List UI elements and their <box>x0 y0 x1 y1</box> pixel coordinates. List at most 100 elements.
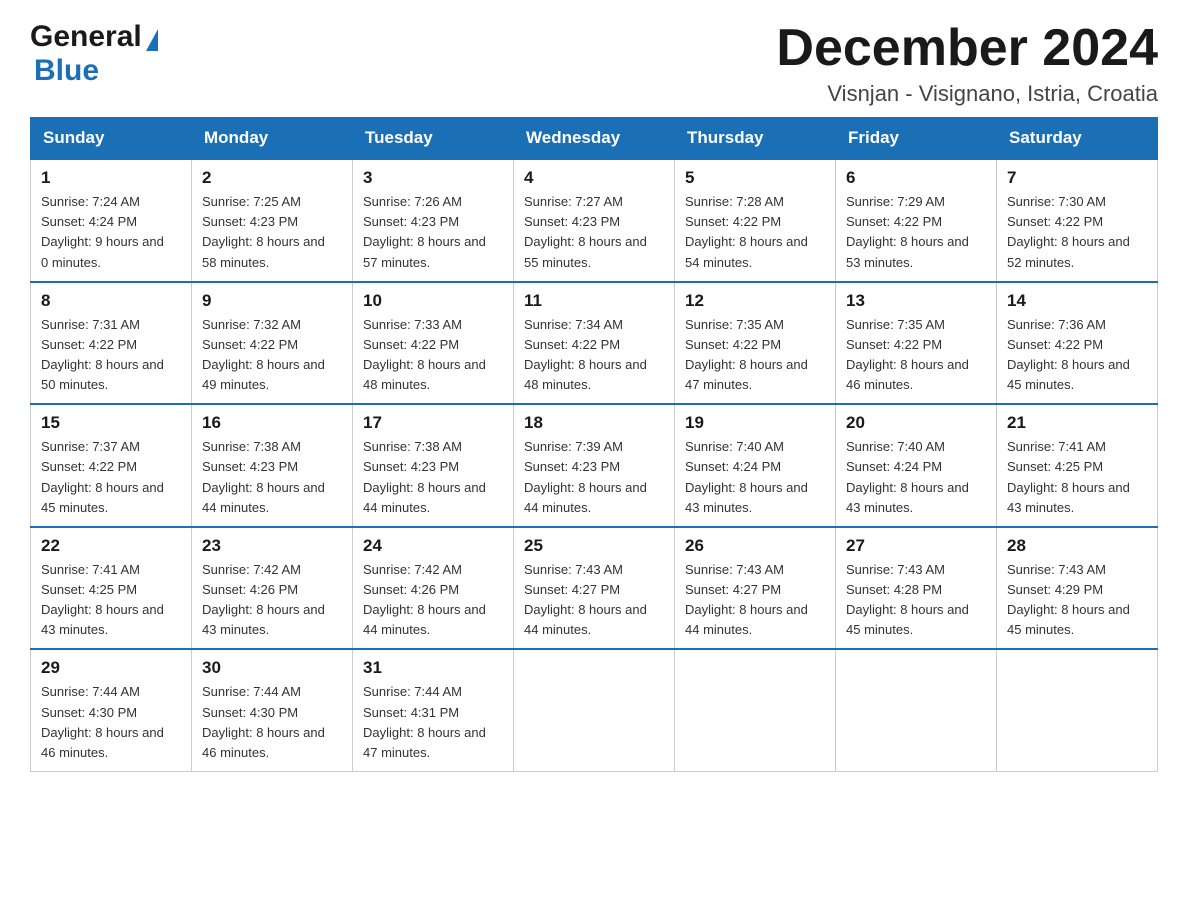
day-info: Sunrise: 7:42 AM Sunset: 4:26 PM Dayligh… <box>202 560 342 641</box>
calendar-cell: 31 Sunrise: 7:44 AM Sunset: 4:31 PM Dayl… <box>353 649 514 771</box>
day-number: 28 <box>1007 536 1147 556</box>
calendar-cell: 20 Sunrise: 7:40 AM Sunset: 4:24 PM Dayl… <box>836 404 997 527</box>
calendar-header-saturday: Saturday <box>997 118 1158 160</box>
title-area: December 2024 Visnjan - Visignano, Istri… <box>776 20 1158 107</box>
day-info: Sunrise: 7:44 AM Sunset: 4:30 PM Dayligh… <box>41 682 181 763</box>
calendar-cell: 18 Sunrise: 7:39 AM Sunset: 4:23 PM Dayl… <box>514 404 675 527</box>
calendar-cell: 19 Sunrise: 7:40 AM Sunset: 4:24 PM Dayl… <box>675 404 836 527</box>
day-number: 6 <box>846 168 986 188</box>
day-info: Sunrise: 7:38 AM Sunset: 4:23 PM Dayligh… <box>202 437 342 518</box>
day-number: 17 <box>363 413 503 433</box>
day-number: 14 <box>1007 291 1147 311</box>
calendar-cell: 4 Sunrise: 7:27 AM Sunset: 4:23 PM Dayli… <box>514 159 675 282</box>
day-info: Sunrise: 7:26 AM Sunset: 4:23 PM Dayligh… <box>363 192 503 273</box>
calendar-cell: 23 Sunrise: 7:42 AM Sunset: 4:26 PM Dayl… <box>192 527 353 650</box>
calendar-cell: 10 Sunrise: 7:33 AM Sunset: 4:22 PM Dayl… <box>353 282 514 405</box>
day-info: Sunrise: 7:40 AM Sunset: 4:24 PM Dayligh… <box>846 437 986 518</box>
logo-triangle-icon <box>146 29 158 51</box>
day-info: Sunrise: 7:44 AM Sunset: 4:31 PM Dayligh… <box>363 682 503 763</box>
calendar-cell: 24 Sunrise: 7:42 AM Sunset: 4:26 PM Dayl… <box>353 527 514 650</box>
day-number: 3 <box>363 168 503 188</box>
calendar-cell <box>514 649 675 771</box>
day-info: Sunrise: 7:25 AM Sunset: 4:23 PM Dayligh… <box>202 192 342 273</box>
calendar-week-1: 1 Sunrise: 7:24 AM Sunset: 4:24 PM Dayli… <box>31 159 1158 282</box>
calendar-cell: 27 Sunrise: 7:43 AM Sunset: 4:28 PM Dayl… <box>836 527 997 650</box>
calendar-cell: 17 Sunrise: 7:38 AM Sunset: 4:23 PM Dayl… <box>353 404 514 527</box>
calendar-header-tuesday: Tuesday <box>353 118 514 160</box>
day-info: Sunrise: 7:28 AM Sunset: 4:22 PM Dayligh… <box>685 192 825 273</box>
calendar-cell: 16 Sunrise: 7:38 AM Sunset: 4:23 PM Dayl… <box>192 404 353 527</box>
day-number: 5 <box>685 168 825 188</box>
day-number: 15 <box>41 413 181 433</box>
calendar-cell: 21 Sunrise: 7:41 AM Sunset: 4:25 PM Dayl… <box>997 404 1158 527</box>
day-info: Sunrise: 7:24 AM Sunset: 4:24 PM Dayligh… <box>41 192 181 273</box>
calendar-cell: 9 Sunrise: 7:32 AM Sunset: 4:22 PM Dayli… <box>192 282 353 405</box>
day-number: 2 <box>202 168 342 188</box>
day-number: 26 <box>685 536 825 556</box>
day-number: 12 <box>685 291 825 311</box>
calendar-cell <box>836 649 997 771</box>
day-info: Sunrise: 7:43 AM Sunset: 4:27 PM Dayligh… <box>685 560 825 641</box>
calendar-cell: 11 Sunrise: 7:34 AM Sunset: 4:22 PM Dayl… <box>514 282 675 405</box>
day-info: Sunrise: 7:34 AM Sunset: 4:22 PM Dayligh… <box>524 315 664 396</box>
calendar-header-thursday: Thursday <box>675 118 836 160</box>
calendar-cell: 29 Sunrise: 7:44 AM Sunset: 4:30 PM Dayl… <box>31 649 192 771</box>
month-title: December 2024 <box>776 20 1158 77</box>
day-info: Sunrise: 7:29 AM Sunset: 4:22 PM Dayligh… <box>846 192 986 273</box>
day-number: 25 <box>524 536 664 556</box>
day-number: 1 <box>41 168 181 188</box>
day-info: Sunrise: 7:41 AM Sunset: 4:25 PM Dayligh… <box>41 560 181 641</box>
calendar-header-sunday: Sunday <box>31 118 192 160</box>
calendar-header-monday: Monday <box>192 118 353 160</box>
day-info: Sunrise: 7:42 AM Sunset: 4:26 PM Dayligh… <box>363 560 503 641</box>
day-number: 23 <box>202 536 342 556</box>
day-number: 19 <box>685 413 825 433</box>
calendar-cell <box>997 649 1158 771</box>
day-info: Sunrise: 7:36 AM Sunset: 4:22 PM Dayligh… <box>1007 315 1147 396</box>
day-info: Sunrise: 7:43 AM Sunset: 4:29 PM Dayligh… <box>1007 560 1147 641</box>
page-header: General Blue December 2024 Visnjan - Vis… <box>30 20 1158 107</box>
logo: General Blue <box>30 20 160 88</box>
day-info: Sunrise: 7:30 AM Sunset: 4:22 PM Dayligh… <box>1007 192 1147 273</box>
calendar-cell: 22 Sunrise: 7:41 AM Sunset: 4:25 PM Dayl… <box>31 527 192 650</box>
day-number: 4 <box>524 168 664 188</box>
calendar-header-row: SundayMondayTuesdayWednesdayThursdayFrid… <box>31 118 1158 160</box>
calendar-cell: 28 Sunrise: 7:43 AM Sunset: 4:29 PM Dayl… <box>997 527 1158 650</box>
day-number: 21 <box>1007 413 1147 433</box>
location-title: Visnjan - Visignano, Istria, Croatia <box>776 81 1158 107</box>
logo-blue-text: Blue <box>34 54 160 88</box>
day-info: Sunrise: 7:35 AM Sunset: 4:22 PM Dayligh… <box>685 315 825 396</box>
calendar-cell: 6 Sunrise: 7:29 AM Sunset: 4:22 PM Dayli… <box>836 159 997 282</box>
calendar-cell: 26 Sunrise: 7:43 AM Sunset: 4:27 PM Dayl… <box>675 527 836 650</box>
day-info: Sunrise: 7:33 AM Sunset: 4:22 PM Dayligh… <box>363 315 503 396</box>
calendar-header-friday: Friday <box>836 118 997 160</box>
calendar-week-3: 15 Sunrise: 7:37 AM Sunset: 4:22 PM Dayl… <box>31 404 1158 527</box>
calendar-table: SundayMondayTuesdayWednesdayThursdayFrid… <box>30 117 1158 772</box>
calendar-cell <box>675 649 836 771</box>
day-info: Sunrise: 7:38 AM Sunset: 4:23 PM Dayligh… <box>363 437 503 518</box>
calendar-cell: 3 Sunrise: 7:26 AM Sunset: 4:23 PM Dayli… <box>353 159 514 282</box>
day-number: 10 <box>363 291 503 311</box>
day-number: 13 <box>846 291 986 311</box>
day-number: 18 <box>524 413 664 433</box>
calendar-cell: 2 Sunrise: 7:25 AM Sunset: 4:23 PM Dayli… <box>192 159 353 282</box>
calendar-cell: 15 Sunrise: 7:37 AM Sunset: 4:22 PM Dayl… <box>31 404 192 527</box>
calendar-cell: 14 Sunrise: 7:36 AM Sunset: 4:22 PM Dayl… <box>997 282 1158 405</box>
day-number: 9 <box>202 291 342 311</box>
day-number: 22 <box>41 536 181 556</box>
calendar-week-2: 8 Sunrise: 7:31 AM Sunset: 4:22 PM Dayli… <box>31 282 1158 405</box>
calendar-cell: 13 Sunrise: 7:35 AM Sunset: 4:22 PM Dayl… <box>836 282 997 405</box>
day-info: Sunrise: 7:31 AM Sunset: 4:22 PM Dayligh… <box>41 315 181 396</box>
calendar-cell: 1 Sunrise: 7:24 AM Sunset: 4:24 PM Dayli… <box>31 159 192 282</box>
logo-general-text: General <box>30 20 142 54</box>
calendar-header-wednesday: Wednesday <box>514 118 675 160</box>
day-info: Sunrise: 7:37 AM Sunset: 4:22 PM Dayligh… <box>41 437 181 518</box>
calendar-cell: 25 Sunrise: 7:43 AM Sunset: 4:27 PM Dayl… <box>514 527 675 650</box>
day-info: Sunrise: 7:43 AM Sunset: 4:27 PM Dayligh… <box>524 560 664 641</box>
day-info: Sunrise: 7:32 AM Sunset: 4:22 PM Dayligh… <box>202 315 342 396</box>
calendar-cell: 7 Sunrise: 7:30 AM Sunset: 4:22 PM Dayli… <box>997 159 1158 282</box>
calendar-cell: 30 Sunrise: 7:44 AM Sunset: 4:30 PM Dayl… <box>192 649 353 771</box>
calendar-cell: 8 Sunrise: 7:31 AM Sunset: 4:22 PM Dayli… <box>31 282 192 405</box>
day-number: 27 <box>846 536 986 556</box>
calendar-week-4: 22 Sunrise: 7:41 AM Sunset: 4:25 PM Dayl… <box>31 527 1158 650</box>
